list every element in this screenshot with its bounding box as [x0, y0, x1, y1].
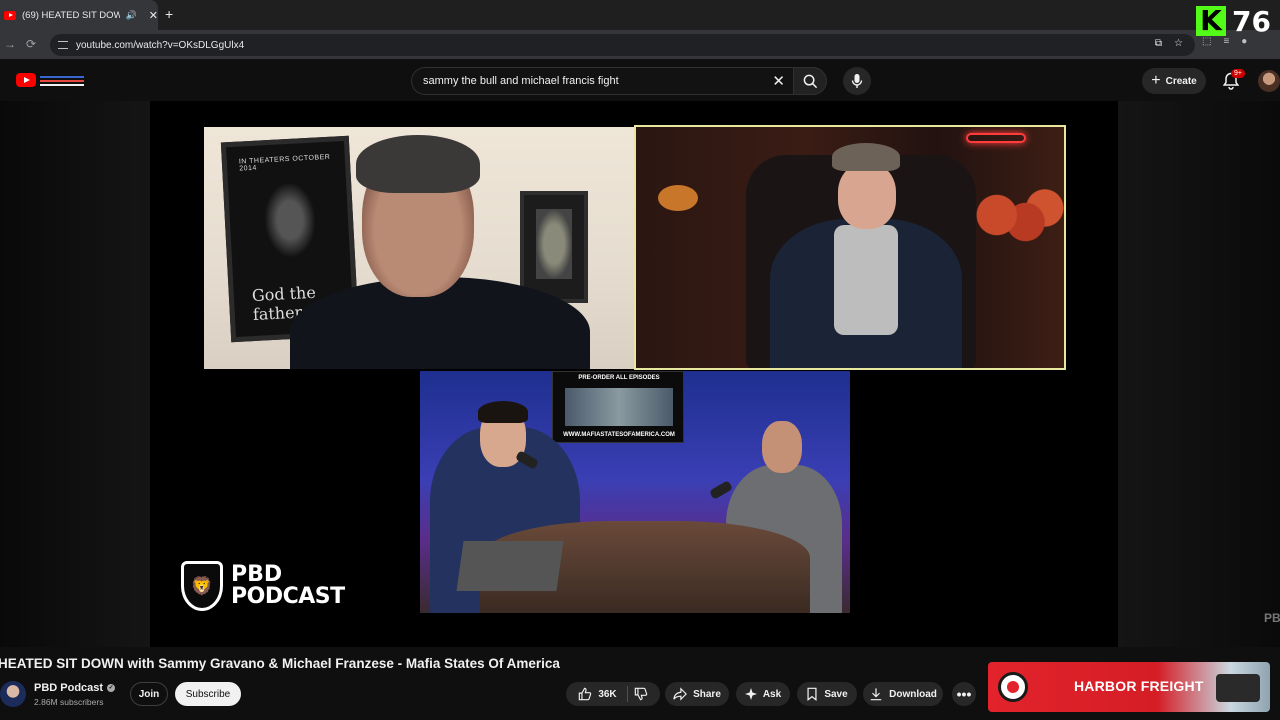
subscribe-button[interactable]: Subscribe [175, 682, 241, 706]
youtube-logo[interactable] [16, 73, 84, 87]
pumpkin-decor [658, 185, 698, 211]
omnibox-actions: ⧉ ☆ [1155, 38, 1183, 49]
thumbs-down-icon[interactable] [634, 687, 648, 701]
browser-tab[interactable]: (69) HEATED SIT DOWN wi 🔊 ✕ [0, 0, 158, 30]
tv-top-text: PRE-ORDER ALL EPISODES [578, 375, 660, 381]
host2-figure-head [762, 421, 802, 473]
youtube-header: sammy the bull and michael francis fight… [0, 61, 1280, 101]
guest-figure-hair [356, 135, 480, 193]
pbd-podcast-watermark: 🦁 PBD PODCAST [181, 561, 345, 611]
search-input[interactable]: sammy the bull and michael francis fight… [411, 67, 793, 95]
doodle-icon [40, 73, 84, 87]
url-text: youtube.com/watch?v=OKsDLGgUlx4 [76, 39, 245, 51]
video-player[interactable]: IN THEATERS OCTOBER 2014 God the father … [0, 101, 1280, 647]
ad-text: HARBOR FREIGHT [1074, 678, 1204, 694]
browser-toolbar: → ⟳ youtube.com/watch?v=OKsDLGgUlx4 ⧉ ☆ [0, 30, 1280, 60]
share-label: Share [693, 688, 721, 700]
poster-top-text: IN THEATERS OCTOBER 2014 [238, 153, 331, 173]
guest2-figure-head [838, 163, 896, 229]
kick-overlay: K 76 [1196, 4, 1280, 38]
voice-search-button[interactable] [843, 67, 871, 95]
search-query: sammy the bull and michael francis fight [423, 75, 619, 87]
youtube-play-icon [16, 73, 36, 87]
studio-tv-screen: PRE-ORDER ALL EPISODES WWW.MAFIASTATESOF… [552, 371, 684, 443]
reload-icon[interactable]: ⟳ [26, 37, 36, 51]
lion-shield-icon: 🦁 [181, 561, 223, 611]
save-button[interactable]: Save [797, 682, 857, 706]
guest2-figure-shirt [834, 225, 898, 335]
address-bar[interactable]: youtube.com/watch?v=OKsDLGgUlx4 ⧉ ☆ [50, 34, 1195, 56]
corner-watermark: PB [1264, 611, 1280, 625]
more-actions-icon[interactable]: ••• [952, 682, 976, 706]
overlay-counter: 76 [1232, 4, 1271, 38]
save-label: Save [824, 688, 848, 700]
subscriber-count: 2.86M subscribers [34, 697, 104, 707]
forward-icon[interactable]: → [4, 37, 16, 51]
thumbs-up-icon [579, 687, 592, 701]
brand-line2: PODCAST [231, 584, 345, 609]
ambient-left [0, 101, 150, 647]
download-button[interactable]: Download [863, 682, 943, 706]
poster-image [258, 182, 323, 266]
bookmark-icon [807, 687, 817, 701]
neon-sign [966, 133, 1026, 143]
close-tab-icon[interactable]: ✕ [149, 9, 158, 22]
account-avatar[interactable] [1258, 70, 1280, 92]
browser-tabstrip: (69) HEATED SIT DOWN wi 🔊 ✕ + [0, 0, 1280, 30]
wall-picture [520, 191, 588, 303]
plus-icon: + [1151, 72, 1161, 89]
harbor-freight-logo-icon [998, 672, 1028, 702]
harbor-freight-ad[interactable]: HARBOR FREIGHT [988, 662, 1270, 712]
audio-playing-icon[interactable]: 🔊 [126, 10, 137, 21]
video-feed-guest-right [634, 125, 1066, 370]
pbd-wordmark: PBD PODCAST [231, 564, 345, 608]
kick-logo-icon: K [1196, 6, 1226, 36]
clear-search-icon[interactable]: ✕ [772, 72, 785, 90]
create-label: Create [1165, 75, 1197, 87]
ask-label: Ask [762, 688, 782, 700]
search-button[interactable] [793, 67, 827, 95]
download-label: Download [889, 688, 937, 700]
download-icon [870, 688, 882, 701]
tab-title: (69) HEATED SIT DOWN wi [22, 9, 120, 21]
notification-badge: 9+ [1231, 69, 1245, 78]
studio-microphone-icon [708, 480, 734, 500]
youtube-favicon-icon [4, 10, 16, 20]
bookmark-star-icon[interactable]: ☆ [1174, 38, 1183, 49]
laptop-prop [456, 541, 564, 591]
brand-line1: PBD [231, 562, 283, 587]
host1-figure-hair [478, 401, 528, 423]
video-feed-guest-left: IN THEATERS OCTOBER 2014 God the father [204, 127, 634, 369]
like-dislike-group: 36K [566, 682, 660, 706]
share-arrow-icon [673, 687, 688, 701]
tv-image [565, 388, 673, 426]
like-count: 36K [598, 688, 617, 700]
ad-tool-image [1216, 674, 1260, 702]
like-button[interactable]: 36K [578, 686, 628, 702]
verified-check-icon: ✓ [107, 684, 116, 692]
channel-avatar[interactable] [0, 681, 26, 707]
join-button[interactable]: Join [130, 682, 168, 706]
tv-bottom-text: WWW.MAFIASTATESOFAMERICA.COM [563, 432, 675, 438]
guest2-figure-cap [832, 143, 900, 171]
video-title: HEATED SIT DOWN with Sammy Gravano & Mic… [0, 656, 560, 671]
sparkle-icon [744, 688, 757, 700]
channel-name-row[interactable]: PBD Podcast ✓ [34, 682, 116, 694]
ambient-right [1118, 101, 1280, 647]
microphone-icon [851, 74, 863, 88]
share-button[interactable]: Share [665, 682, 729, 706]
flower-decor [968, 187, 1064, 257]
ask-button[interactable]: Ask [736, 682, 790, 706]
new-tab-icon[interactable]: + [165, 6, 173, 22]
channel-name[interactable]: PBD Podcast [34, 682, 103, 694]
cast-icon[interactable]: ⧉ [1155, 38, 1162, 49]
create-button[interactable]: + Create [1142, 68, 1206, 94]
site-settings-icon[interactable] [58, 41, 68, 49]
video-feed-studio: PRE-ORDER ALL EPISODES WWW.MAFIASTATESOF… [420, 371, 850, 613]
search-icon [803, 74, 817, 88]
